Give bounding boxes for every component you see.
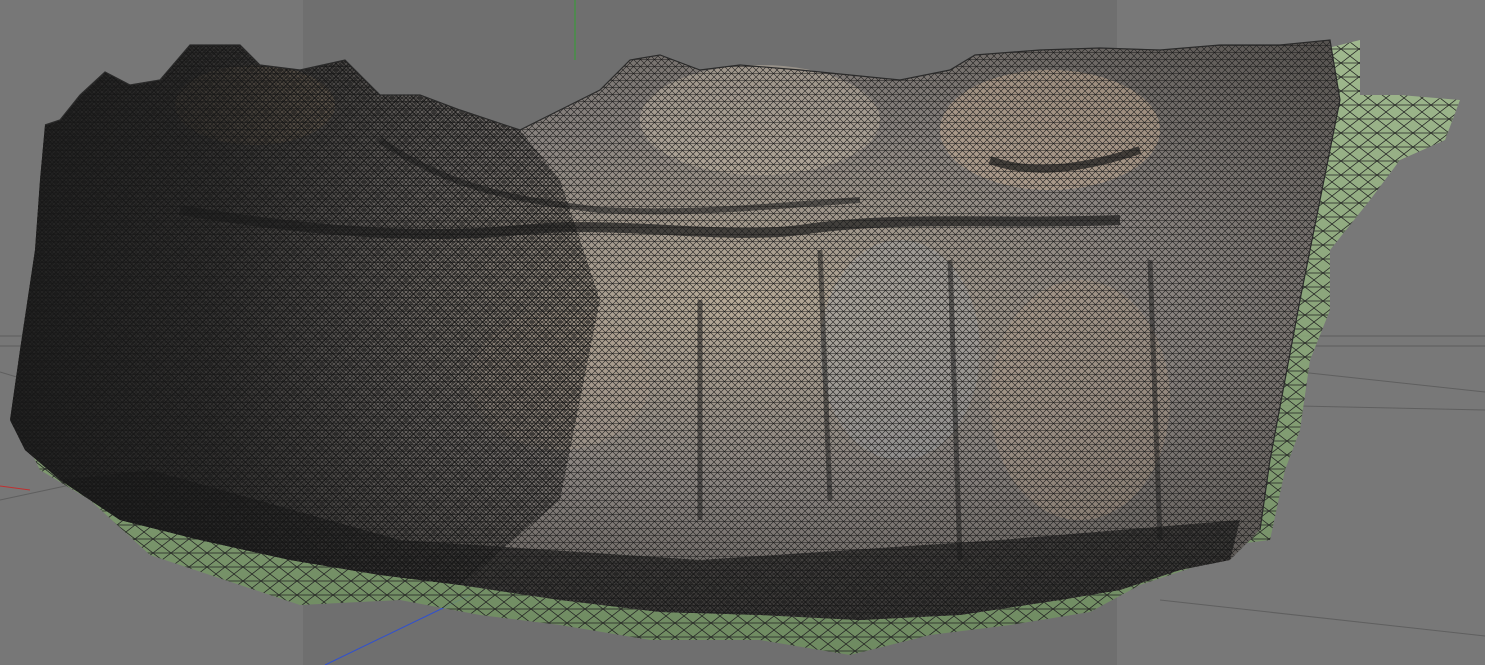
3d-viewport[interactable]	[0, 0, 1485, 665]
scene-canvas[interactable]	[0, 0, 1485, 665]
x-axis-line	[0, 485, 31, 491]
rock-mesh[interactable]	[10, 39, 1460, 655]
